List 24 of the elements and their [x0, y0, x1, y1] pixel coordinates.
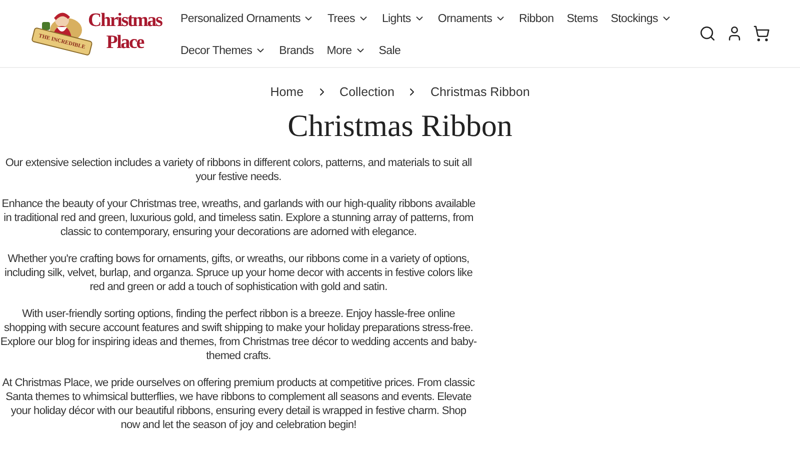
- nav-link[interactable]: Personalized Ornaments: [174, 10, 321, 26]
- account-button[interactable]: [726, 25, 743, 42]
- description-paragraph: Whether you're crafting bows for ornaments, gifts, or wreaths, our ribbons come in a variety of options, including silk, velvet, burlap, and organza. Spruce up your home decor with accents in festive colors like red and green or add a touch of sophistication with gold and satin.: [4, 252, 474, 294]
- description-paragraph: At Christmas Place, we pride ourselves on offering premium products at competitive prices. From classic Santa themes to whimsical butterflies, we have ribbons to complement all seasons and events. Elevate your holiday décor with our beautiful ribbons, ensuring every detail is wrapped in festive charm. Shop now and let the season of joy and celebration begin!: [1, 376, 476, 432]
- description-paragraph: Enhance the beauty of your Christmas tree, wreaths, and garlands with our high-quality ribbons available in traditional red and green, luxurious gold, and timeless satin. Explore a stunning array of patterns, from classic to contemporary, ensuring your decorations are adorned with elegance.: [0, 197, 476, 239]
- breadcrumb-link[interactable]: Christmas Ribbon: [430, 85, 530, 99]
- description-paragraph: With user-friendly sorting options, finding the perfect ribbon is a breeze. Enjoy hassle-free online shopping with secure account features and swift shipping to make your holiday preparations stress-free. Explore our blog for inspiring ideas and themes, from Christmas tree décor to wedding accents and baby-themed crafts.: [0, 307, 477, 363]
- nav-link[interactable]: Brands: [272, 42, 320, 58]
- nav-link[interactable]: Ribbon: [512, 10, 560, 26]
- nav-link[interactable]: Stems: [560, 10, 604, 26]
- nav-link[interactable]: Sale: [372, 42, 408, 58]
- nav-link[interactable]: Stockings: [604, 10, 678, 26]
- nav-link[interactable]: More: [320, 42, 372, 58]
- breadcrumb-link[interactable]: Collection: [340, 85, 394, 99]
- nav-link[interactable]: Lights: [375, 10, 432, 26]
- nav-link[interactable]: Decor Themes: [174, 42, 273, 58]
- search-button[interactable]: [699, 25, 716, 42]
- description-paragraph: Our extensive selection includes a variety of ribbons in different colors, patterns, and materials to suit all your festive needs.: [4, 156, 473, 184]
- breadcrumb-link[interactable]: Home: [270, 85, 304, 99]
- nav-link[interactable]: Ornaments: [431, 10, 513, 26]
- logo-wordmark: Place: [106, 32, 144, 54]
- page-title: Christmas Ribbon: [286, 108, 514, 144]
- cart-button[interactable]: [753, 25, 770, 42]
- nav-link[interactable]: Trees: [320, 10, 376, 26]
